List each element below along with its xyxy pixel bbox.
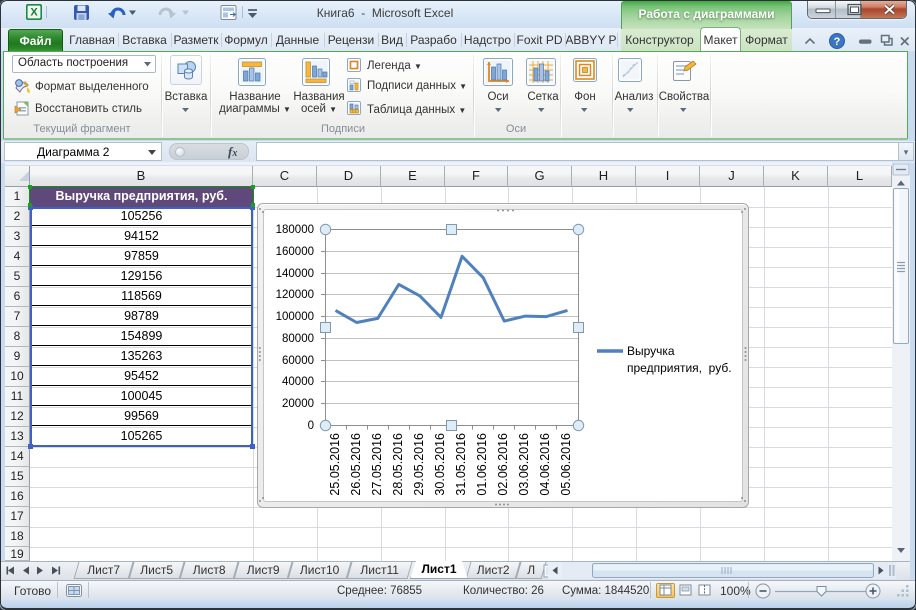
svg-text:?: ?: [834, 36, 841, 48]
svg-text:X: X: [30, 7, 38, 19]
